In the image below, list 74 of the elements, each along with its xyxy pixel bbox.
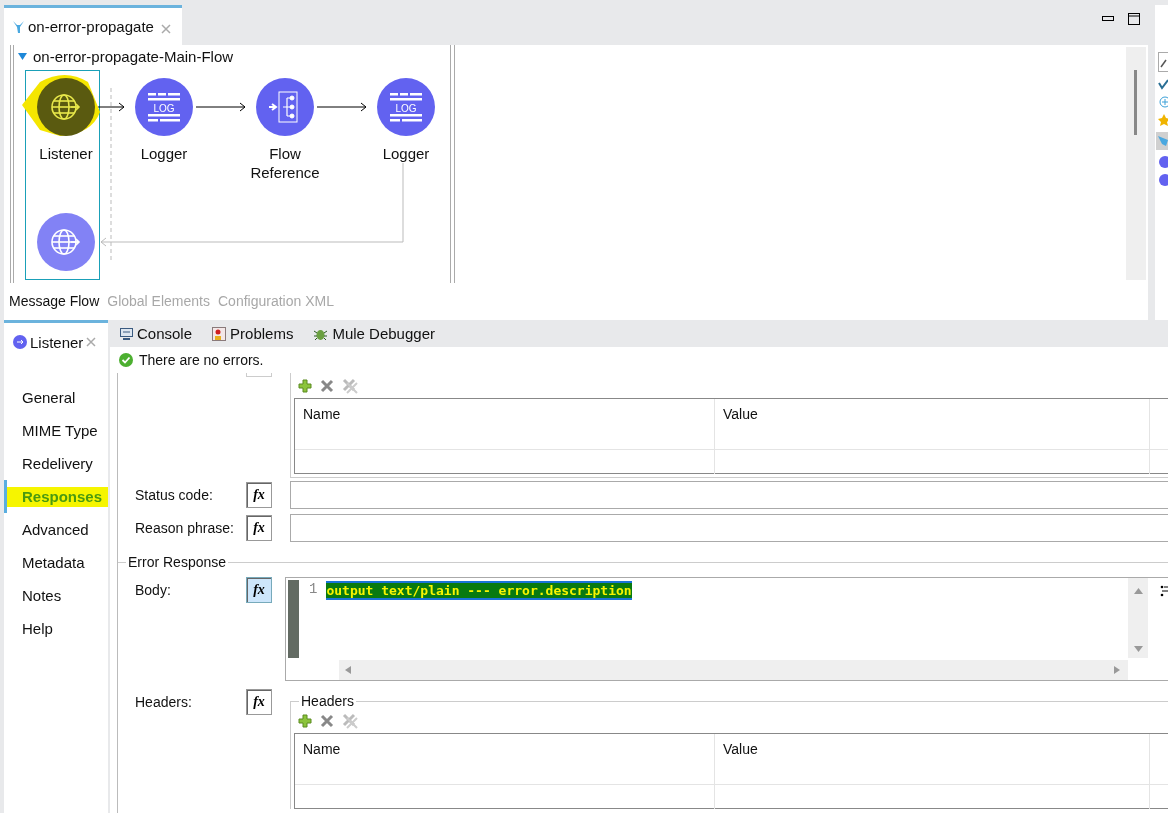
scrollbar[interactable] (1126, 47, 1146, 280)
panel-tab[interactable]: Mule Debugger (313, 325, 435, 342)
log-label: LOG (395, 102, 417, 114)
scrollbar[interactable] (1128, 578, 1148, 658)
nav-item[interactable]: Metadata (4, 546, 108, 579)
flow-reference-node[interactable] (256, 78, 314, 136)
scroll-left-icon[interactable] (345, 666, 351, 674)
scroll-down-icon[interactable] (1133, 646, 1143, 652)
column-header[interactable]: Name (295, 399, 715, 449)
add-icon[interactable] (298, 714, 312, 728)
view-tab[interactable]: Message Flow (9, 292, 100, 309)
field-label: Body: (134, 581, 172, 600)
logger-node[interactable]: LOG (135, 78, 193, 136)
fx-button[interactable]: fx (246, 514, 272, 541)
nav-item[interactable]: Advanced (4, 513, 108, 546)
log-label: LOG (153, 102, 175, 114)
minimize-icon[interactable] (1102, 16, 1114, 22)
fx-button[interactable]: fx (246, 689, 272, 715)
flow-name: on-error-propagate-Main-Flow (33, 48, 234, 65)
group-title: Headers (299, 693, 356, 709)
scroll-right-icon[interactable] (1114, 666, 1120, 674)
success-icon (119, 353, 133, 367)
expand-triangle-icon[interactable] (18, 53, 27, 60)
nav-item[interactable]: Notes (4, 579, 108, 612)
status-message: There are no errors. (139, 352, 264, 368)
delete-all-icon[interactable] (342, 378, 358, 394)
fx-button[interactable]: fx (246, 577, 272, 603)
field-label: Headers: (134, 693, 193, 712)
fx-button[interactable]: fx (246, 481, 272, 508)
nav-item[interactable]: General (4, 381, 108, 414)
nav-item[interactable]: Redelivery (4, 447, 108, 480)
close-icon[interactable] (160, 23, 171, 34)
scrollbar[interactable] (339, 660, 1128, 680)
node-label: Listener (38, 144, 94, 163)
maximize-icon[interactable] (1128, 13, 1140, 25)
monitor-icon (120, 327, 133, 340)
bird-icon (12, 19, 25, 34)
column-header[interactable]: Name (295, 734, 715, 784)
input-field[interactable] (290, 513, 1168, 542)
group-title: Error Response (126, 554, 229, 570)
star-icon[interactable] (1158, 114, 1168, 126)
panel-tab[interactable]: Console (120, 325, 193, 342)
arrow (195, 102, 246, 112)
plus-icon[interactable] (1158, 96, 1168, 108)
problems-icon (212, 326, 227, 341)
arrow (97, 102, 125, 112)
editor-tab[interactable]: on-error-propagate (4, 5, 182, 45)
column-header[interactable]: Value (715, 734, 1150, 784)
delete-icon[interactable] (320, 379, 334, 393)
node-label: Logger (139, 144, 189, 163)
check-icon[interactable] (1158, 78, 1168, 90)
search-icon[interactable] (1158, 52, 1168, 72)
column-header[interactable]: Value (715, 399, 1150, 449)
arrow (316, 102, 367, 112)
close-icon[interactable] (86, 337, 97, 347)
input-field[interactable] (290, 480, 1168, 509)
globe-node[interactable] (37, 213, 95, 271)
add-icon[interactable] (298, 379, 312, 393)
code-editor[interactable]: 1 output text/plain --- error.description (285, 577, 1168, 681)
delete-all-icon[interactable] (342, 713, 358, 729)
node-label: Logger (381, 144, 431, 163)
scroll-up-icon[interactable] (1133, 588, 1143, 594)
bird-icon[interactable] (1156, 132, 1168, 150)
nav-item[interactable]: Help (4, 612, 108, 645)
node-label: Flow Reference (249, 144, 321, 182)
delete-icon[interactable] (320, 714, 334, 728)
mapping-icon[interactable] (1160, 584, 1168, 598)
field-label: Reason phrase: (134, 519, 235, 536)
panel-tab[interactable]: Problems (212, 325, 294, 342)
nav-item[interactable]: MIME Type (4, 414, 108, 447)
logger-node[interactable]: LOG (377, 78, 435, 136)
field-label: Status code: (134, 486, 214, 503)
globe-node[interactable] (37, 78, 95, 136)
line-number: 1 (309, 581, 318, 597)
